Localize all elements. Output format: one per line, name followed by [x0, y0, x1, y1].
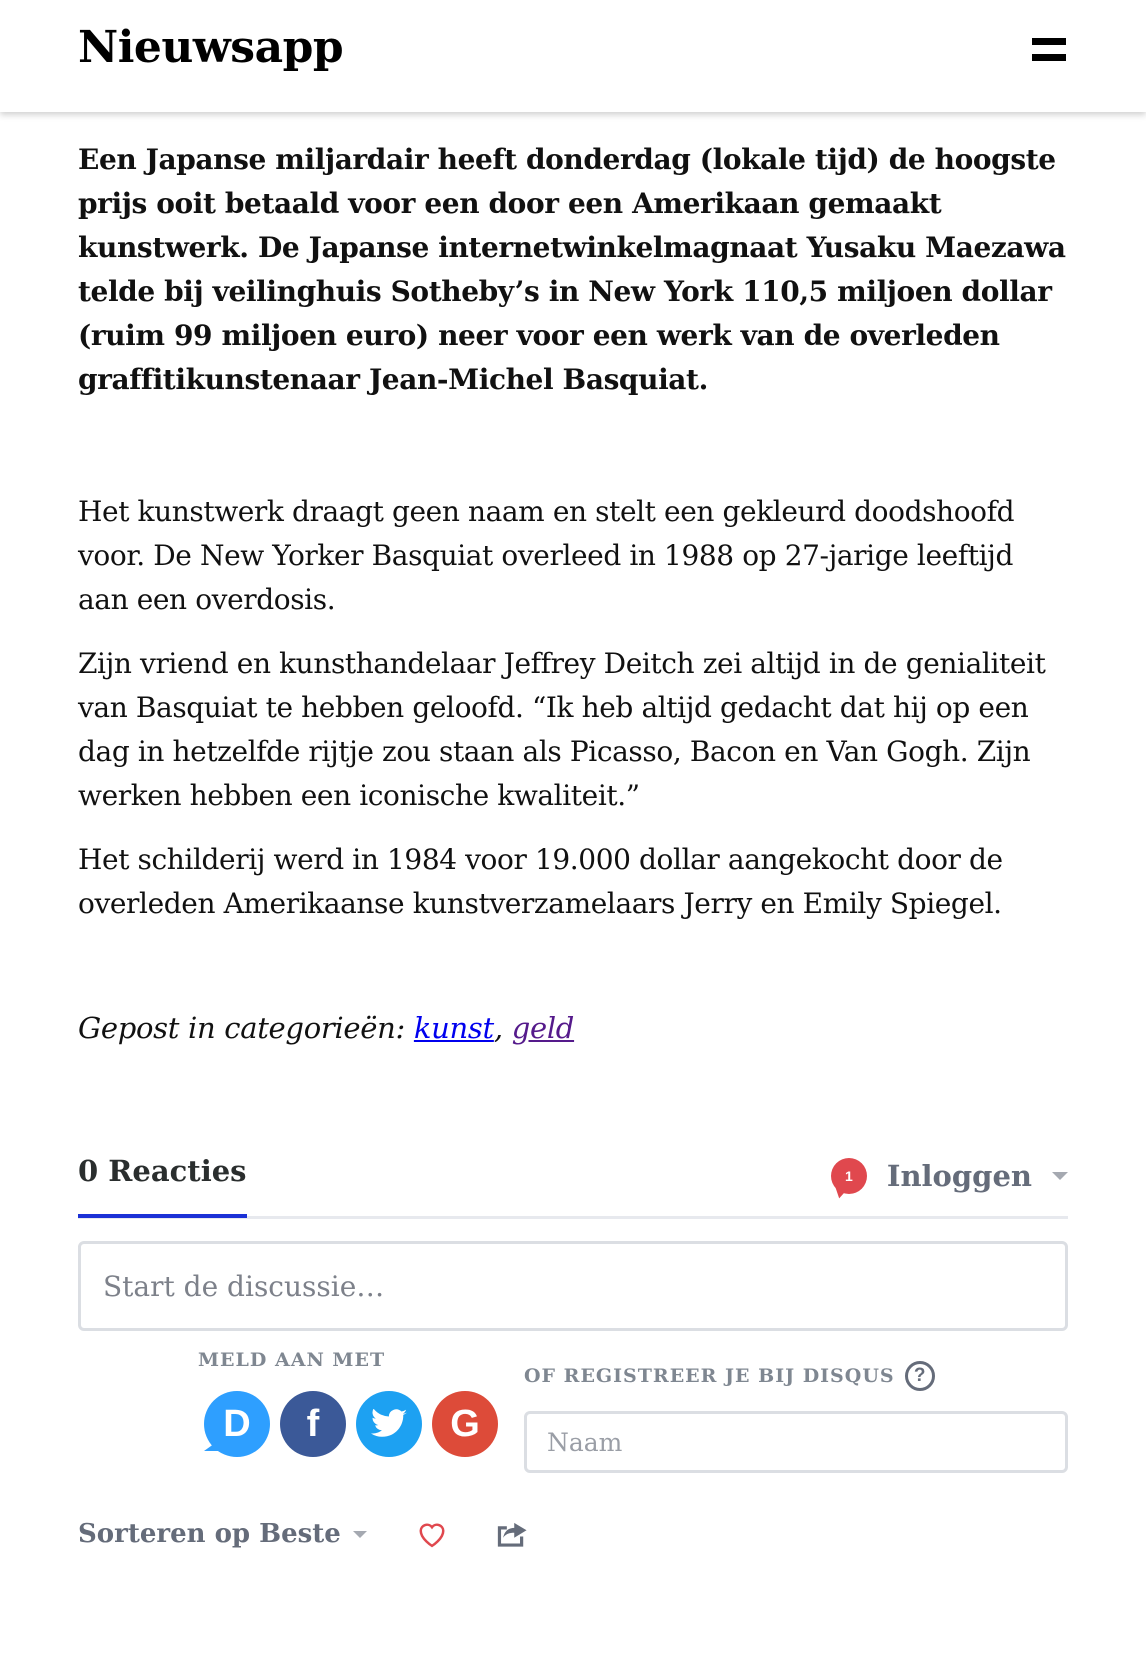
- categories-prefix: Gepost in categorieën:: [78, 1011, 414, 1045]
- menu-button[interactable]: [1030, 38, 1068, 68]
- name-field[interactable]: [524, 1411, 1068, 1473]
- chevron-down-icon: [352, 1530, 367, 1538]
- article-paragraph: Zijn vriend en kunsthandelaar Jeffrey De…: [78, 647, 1046, 812]
- register-area: OF REGISTREER JE BIJ DISQUS ?: [524, 1349, 1068, 1473]
- auth-area: MELD AAN MET D f G OF REGISTREER JE BIJ …: [78, 1349, 1068, 1479]
- twitter-icon: [371, 1409, 407, 1437]
- twitter-login-button[interactable]: [356, 1391, 422, 1457]
- category-link-kunst[interactable]: kunst: [414, 1011, 494, 1045]
- tab-reacties[interactable]: 0 Reacties: [78, 1154, 247, 1218]
- article-lead: Een Japanse miljardair heeft donderdag (…: [78, 143, 1066, 396]
- comment-count: 0: [78, 1154, 99, 1188]
- category-link-geld[interactable]: geld: [512, 1011, 575, 1045]
- facebook-login-button[interactable]: f: [280, 1391, 346, 1457]
- login-label: Inloggen: [886, 1159, 1032, 1193]
- categories-separator: ,: [493, 1011, 512, 1045]
- comments-section: 0 Reacties 1 Inloggen Start de discussie…: [78, 1150, 1068, 1559]
- share-button[interactable]: [497, 1520, 529, 1548]
- comments-tabs: 0 Reacties 1 Inloggen: [78, 1150, 1068, 1219]
- sort-dropdown[interactable]: Sorteren op Beste: [78, 1519, 341, 1549]
- social-buttons: D f G: [204, 1391, 508, 1457]
- google-icon: G: [450, 1402, 480, 1445]
- menu-icon-bar: [1032, 54, 1066, 61]
- disqus-icon: D: [223, 1402, 251, 1445]
- disqus-login-button[interactable]: D: [204, 1391, 270, 1457]
- article-paragraph: Het schilderij werd in 1984 voor 19.000 …: [78, 843, 1003, 920]
- share-icon: [497, 1522, 527, 1547]
- register-heading: OF REGISTREER JE BIJ DISQUS ?: [524, 1361, 1068, 1391]
- register-label: OF REGISTREER JE BIJ DISQUS: [524, 1365, 895, 1387]
- recommend-button[interactable]: [417, 1520, 447, 1548]
- help-icon[interactable]: ?: [904, 1361, 935, 1391]
- article: Een Japanse miljardair heeft donderdag (…: [78, 138, 1068, 1050]
- social-login: MELD AAN MET D f G: [198, 1349, 508, 1457]
- facebook-icon: f: [306, 1402, 320, 1445]
- menu-icon: [1032, 38, 1066, 45]
- login-dropdown[interactable]: 1 Inloggen: [830, 1154, 1068, 1198]
- chevron-down-icon: [1052, 1172, 1068, 1180]
- article-paragraph: Het kunstwerk draagt geen naam en stelt …: [78, 495, 1015, 616]
- heart-icon: [419, 1523, 445, 1548]
- notification-badge[interactable]: 1: [830, 1158, 867, 1194]
- top-bar: Nieuwsapp: [0, 0, 1146, 112]
- app-title: Nieuwsapp: [78, 22, 344, 73]
- google-login-button[interactable]: G: [432, 1391, 498, 1457]
- login-with-label: MELD AAN MET: [198, 1349, 386, 1371]
- tab-reacties-label: Reacties: [108, 1154, 247, 1188]
- sort-bar: Sorteren op Beste: [78, 1509, 1068, 1559]
- categories-line: Gepost in categorieën: kunst, geld: [78, 1006, 1068, 1050]
- compose-comment-field[interactable]: Start de discussie…: [78, 1241, 1068, 1331]
